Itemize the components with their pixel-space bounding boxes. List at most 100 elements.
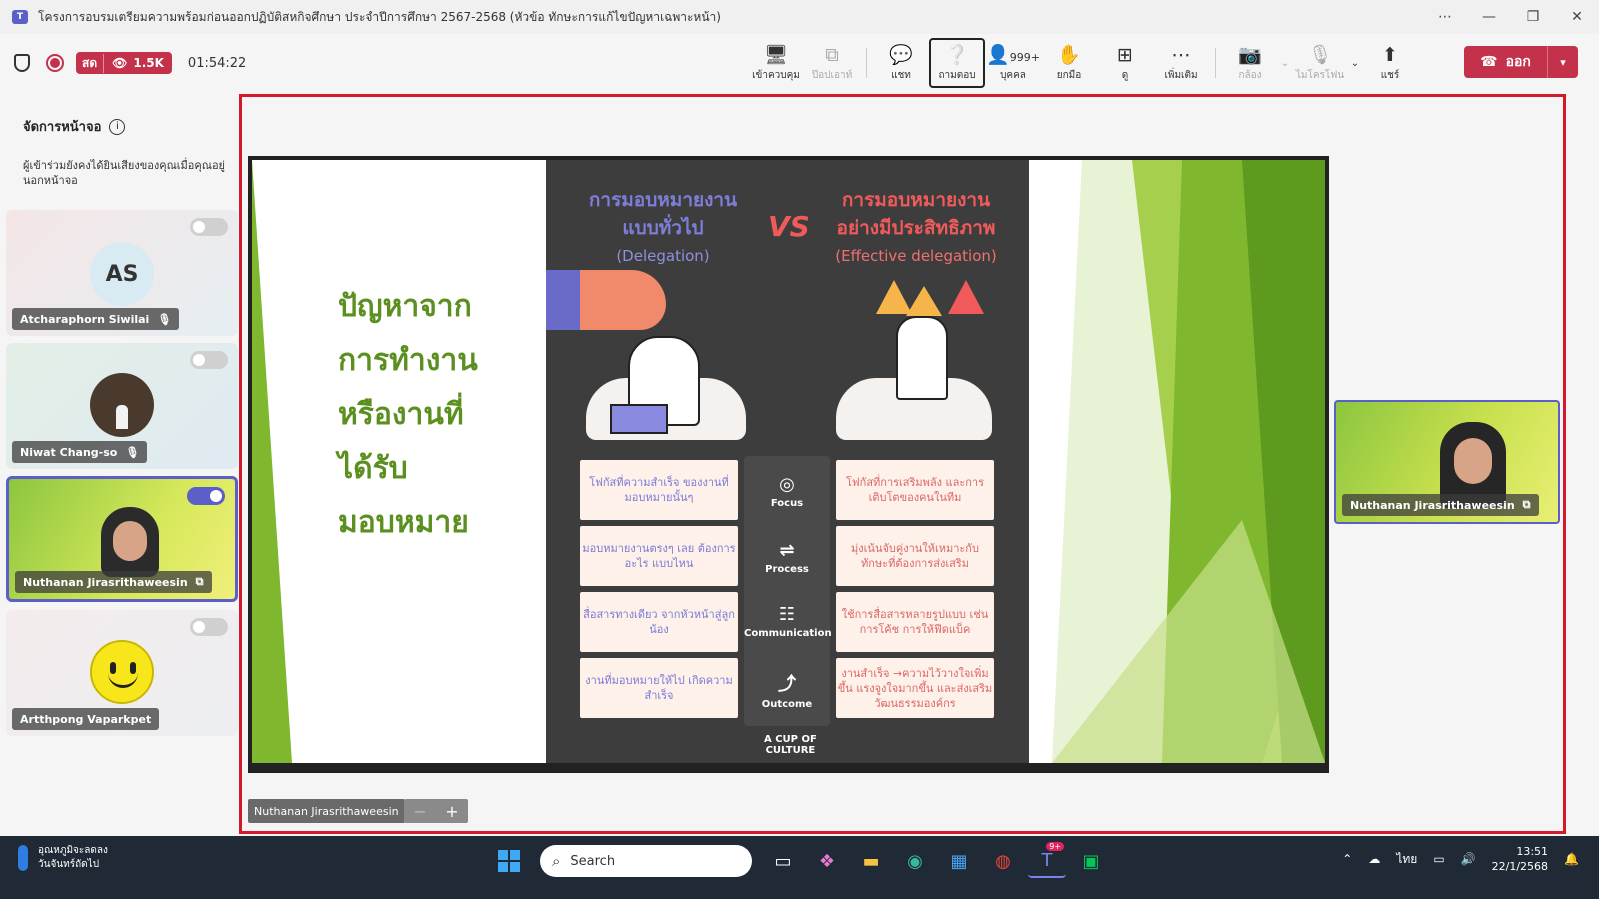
presenter-video bbox=[101, 507, 159, 577]
heading-sub: (Delegation) bbox=[616, 247, 710, 265]
arrow-up-icon bbox=[906, 286, 942, 316]
slide-accent bbox=[252, 160, 292, 763]
participant-name-badge: Atcharaphorn Siwilai 🎙 bbox=[12, 308, 180, 330]
teams-icon[interactable]: T 9+ bbox=[1028, 842, 1066, 878]
presenter-video-tile[interactable]: Nuthanan Jirasrithaweesin ⧉ bbox=[1334, 400, 1560, 524]
criteria-label: ⇌ Process bbox=[744, 540, 830, 575]
qa-button[interactable]: ❔ ถามตอบ bbox=[929, 38, 985, 88]
stage-toggle[interactable] bbox=[190, 618, 228, 636]
recording-icon[interactable] bbox=[46, 54, 64, 72]
criteria-text: Process bbox=[765, 564, 809, 575]
take-control-button[interactable]: 🖥 เข้าควบคุม bbox=[748, 38, 804, 88]
zoom-in-button[interactable]: + bbox=[445, 802, 458, 821]
taskbar-search[interactable]: ⌕ Search bbox=[540, 845, 752, 877]
meeting-toolbar: สด 👁 1.5K 01:54:22 🖥 เข้าควบคุม ⧉ ป๊อปเอ… bbox=[0, 34, 1599, 92]
store-icon[interactable]: ▦ bbox=[940, 844, 978, 878]
info-icon[interactable]: i bbox=[109, 118, 126, 135]
criteria-text: Outcome bbox=[761, 699, 813, 710]
mic-muted-icon: 🎙 bbox=[157, 312, 172, 326]
slide-title-line: การทำงาน bbox=[338, 343, 478, 378]
language-indicator[interactable]: ไทย bbox=[1396, 850, 1417, 869]
raise-hand-button[interactable]: ✋ ยกมือ bbox=[1041, 38, 1097, 88]
logo-line: CULTURE bbox=[765, 745, 816, 756]
toolbar-actions: 🖥 เข้าควบคุม ⧉ ป๊อปเอาท์ 💬 แชท ❔ ถามตอบ … bbox=[748, 34, 1418, 92]
panel-description: ผู้เข้าร่วมยังคงได้ยินเสียงของคุณเมื่อคุ… bbox=[23, 159, 226, 187]
comparison-cell: มอบหมายงานตรงๆ เลย ต้องการอะไร แบบไหน bbox=[580, 526, 738, 586]
search-icon: ⌕ bbox=[552, 852, 561, 870]
zoom-out-button[interactable]: − bbox=[413, 802, 426, 821]
arrow-up-icon bbox=[948, 280, 984, 314]
target-icon: ◎ bbox=[779, 474, 795, 495]
camera-button[interactable]: 📷 กล้อง bbox=[1222, 38, 1278, 88]
shared-screen: ปัญหาจาก การทำงาน หรืองานที่ ได้รับ มอบห… bbox=[248, 156, 1329, 773]
participant-tile[interactable]: Niwat Chang-so 🎙 bbox=[6, 343, 238, 469]
raise-hand-icon: ✋ bbox=[1057, 43, 1081, 66]
clock-time: 13:51 bbox=[1516, 845, 1549, 858]
panel-heading: จัดการหน้าจอ i bbox=[23, 116, 126, 137]
camera-off-icon: 📷 bbox=[1238, 43, 1262, 66]
popout-button[interactable]: ⧉ ป๊อปเอาท์ bbox=[804, 38, 860, 88]
leave-button[interactable]: ☎ ออก ▾ bbox=[1464, 46, 1578, 78]
participant-tile[interactable]: Artthpong Vaparkpet bbox=[6, 610, 238, 736]
people-button[interactable]: 👤999+ บุคคล bbox=[985, 38, 1041, 88]
task-view-icon[interactable]: ▭ bbox=[764, 844, 802, 878]
share-button[interactable]: ⬆ แชร์ bbox=[1362, 38, 1418, 88]
delegation-infographic: การมอบหมายงาน แบบทั่วไป (Delegation) VS … bbox=[546, 160, 1029, 763]
window-title: โครงการอบรมเตรียมความพร้อมก่อนออกปฏิบัติ… bbox=[38, 9, 721, 24]
file-explorer-icon[interactable]: ▬ bbox=[852, 844, 890, 878]
more-label: เพิ่มเติม bbox=[1164, 69, 1198, 81]
meeting-timer: 01:54:22 bbox=[187, 55, 247, 71]
line-icon[interactable]: ▣ bbox=[1072, 844, 1110, 878]
network-icon[interactable]: ▭ bbox=[1433, 852, 1444, 866]
mic-button[interactable]: 🎙 ไมโครโฟน bbox=[1292, 38, 1348, 88]
stage-toggle[interactable] bbox=[190, 218, 228, 236]
chevron-up-icon[interactable]: ⌃ bbox=[1342, 852, 1352, 866]
leave-options-chevron-icon[interactable]: ▾ bbox=[1548, 56, 1578, 69]
avatar bbox=[90, 373, 154, 437]
chat-button[interactable]: 💬 แชท bbox=[873, 38, 929, 88]
participant-name: Nuthanan Jirasrithaweesin bbox=[1350, 498, 1515, 512]
volume-icon[interactable]: 🔊 bbox=[1461, 852, 1476, 866]
participant-name-badge: Nuthanan Jirasrithaweesin ⧉ bbox=[15, 571, 212, 593]
people-icon: 👤999+ bbox=[986, 43, 1040, 66]
comparison-cell: โฟกัสที่ความสำเร็จ ของงานที่มอบหมายนั้นๆ bbox=[580, 460, 738, 520]
system-tray: ⌃ ☁ ไทย ▭ 🔊 13:51 22/1/2568 🔔 bbox=[1342, 844, 1579, 874]
clock[interactable]: 13:51 22/1/2568 bbox=[1492, 844, 1548, 874]
criteria-label: ◎ Focus bbox=[744, 474, 830, 509]
stage-toggle[interactable] bbox=[190, 351, 228, 369]
popout-label: ป๊อปเอาท์ bbox=[811, 69, 853, 81]
windows-logo-icon bbox=[498, 850, 520, 872]
edge-icon[interactable]: ◉ bbox=[896, 844, 934, 878]
pointing-hand-illustration bbox=[546, 270, 666, 330]
stage-toggle[interactable] bbox=[187, 487, 225, 505]
heading-line: การมอบหมายงาน bbox=[588, 189, 738, 211]
weather-widget[interactable]: อุณหภูมิจะลดลง วันจันทร์ถัดไป bbox=[18, 844, 108, 872]
maximize-button[interactable]: ❐ bbox=[1511, 9, 1555, 25]
mic-options-chevron-icon[interactable]: ⌄ bbox=[1348, 58, 1362, 69]
camera-options-chevron-icon[interactable]: ⌄ bbox=[1278, 58, 1292, 69]
view-button[interactable]: ⊞ ดู bbox=[1097, 38, 1153, 88]
criteria-label: ⤴ Outcome bbox=[744, 670, 830, 710]
start-button[interactable] bbox=[490, 844, 528, 878]
raise-hand-label: ยกมือ bbox=[1056, 69, 1082, 81]
onedrive-icon[interactable]: ☁ bbox=[1368, 852, 1380, 866]
chrome-icon[interactable]: ◍ bbox=[984, 844, 1022, 878]
more-options-icon[interactable]: ⋯ bbox=[1423, 9, 1467, 25]
participant-tile[interactable]: AS Atcharaphorn Siwilai 🎙 bbox=[6, 210, 238, 336]
more-button[interactable]: ⋯ เพิ่มเติม bbox=[1153, 38, 1209, 88]
title-bar: T โครงการอบรมเตรียมความพร้อมก่อนออกปฏิบั… bbox=[0, 0, 1599, 34]
people-label: บุคคล bbox=[1000, 69, 1026, 81]
vs-text: VS bbox=[768, 210, 810, 243]
infographic-left-heading: การมอบหมายงาน แบบทั่วไป (Delegation) bbox=[568, 186, 758, 270]
weather-text: อุณหภูมิจะลดลง bbox=[38, 845, 108, 856]
chat-icon: 💬 bbox=[889, 43, 913, 66]
close-button[interactable]: ✕ bbox=[1555, 9, 1599, 25]
copilot-icon[interactable]: ❖ bbox=[808, 844, 846, 878]
logo-line: A CUP OF bbox=[764, 734, 817, 745]
minimize-button[interactable]: — bbox=[1467, 9, 1511, 25]
shield-icon[interactable] bbox=[14, 54, 30, 72]
participant-name: Artthpong Vaparkpet bbox=[20, 712, 152, 726]
notification-bell-icon[interactable]: 🔔 bbox=[1564, 852, 1579, 866]
comparison-cell: งานสำเร็จ →ความไว้วางใจเพิ่มขึ้น แรงจูงใ… bbox=[836, 658, 994, 718]
participant-tile-active[interactable]: Nuthanan Jirasrithaweesin ⧉ bbox=[6, 476, 238, 602]
